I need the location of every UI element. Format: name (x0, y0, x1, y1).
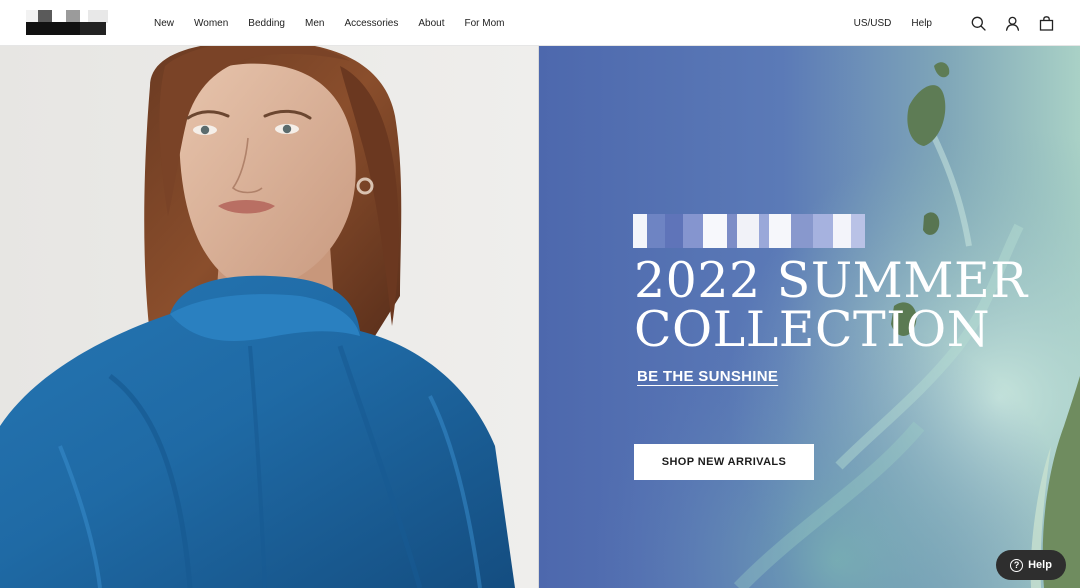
hero-headline: 2022 SUMMER COLLECTION (634, 256, 1028, 354)
nav-item-bedding[interactable]: Bedding (248, 18, 285, 29)
site-header: New Women Bedding Men Accessories About … (0, 0, 1080, 46)
model-photo (0, 46, 539, 588)
cart-icon[interactable] (1038, 15, 1054, 31)
nav-item-women[interactable]: Women (194, 18, 228, 29)
nav-item-for-mom[interactable]: For Mom (465, 18, 505, 29)
account-icon[interactable] (1004, 15, 1020, 31)
utility-nav: US/USD Help (854, 0, 1054, 46)
main-nav: New Women Bedding Men Accessories About … (154, 0, 505, 46)
brand-wordmark-mosaic (633, 210, 865, 252)
headline-line-1: 2022 SUMMER (634, 252, 1028, 309)
nav-item-about[interactable]: About (418, 18, 444, 29)
help-link[interactable]: Help (911, 18, 932, 29)
nav-item-accessories[interactable]: Accessories (344, 18, 398, 29)
headline-line-2: COLLECTION (634, 301, 991, 358)
brand-logo[interactable] (26, 10, 108, 36)
region-selector[interactable]: US/USD (854, 18, 892, 29)
nav-item-new[interactable]: New (154, 18, 174, 29)
shop-new-arrivals-button[interactable]: SHOP NEW ARRIVALS (634, 444, 814, 480)
hero-banner: 2022 SUMMER COLLECTION BE THE SUNSHINE S… (0, 46, 1080, 588)
hero-subhead-link[interactable]: BE THE SUNSHINE (637, 368, 778, 385)
help-widget-label: Help (1028, 559, 1052, 571)
ocean-photo: 2022 SUMMER COLLECTION BE THE SUNSHINE S… (539, 46, 1080, 588)
nav-item-men[interactable]: Men (305, 18, 324, 29)
search-icon[interactable] (970, 15, 986, 31)
help-widget-button[interactable]: ? Help (996, 550, 1066, 580)
help-question-icon: ? (1010, 558, 1024, 572)
